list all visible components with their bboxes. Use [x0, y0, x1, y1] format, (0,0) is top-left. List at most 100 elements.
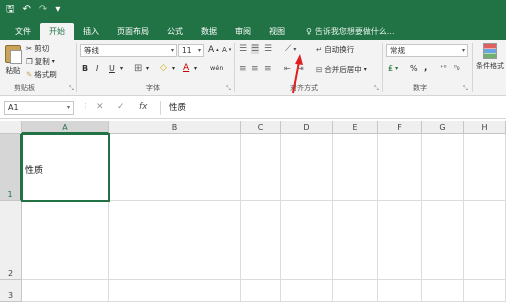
column-header-d[interactable]: D [281, 121, 333, 134]
cell-b3[interactable] [109, 280, 241, 302]
column-header-a[interactable]: A [22, 121, 109, 134]
align-middle-icon[interactable]: ☰ [251, 44, 260, 54]
cell-e2[interactable] [333, 201, 378, 280]
column-header-b[interactable]: B [109, 121, 241, 134]
cell-b2[interactable] [109, 201, 241, 280]
orientation-icon[interactable]: ⟋ ▾ [285, 44, 296, 54]
cell-f2[interactable] [378, 201, 422, 280]
chevron-down-icon: ▾ [51, 58, 55, 65]
increase-decimal-icon[interactable]: ⁺⁰ [440, 64, 447, 72]
font-color-icon[interactable]: A [183, 63, 189, 73]
shrink-font-icon: A [222, 46, 227, 54]
column-header-f[interactable]: F [378, 121, 422, 134]
font-launcher-icon[interactable]: ⤡ [226, 85, 231, 93]
cell-d2[interactable] [281, 201, 333, 280]
decrease-decimal-icon[interactable]: ⁰₀ [454, 64, 460, 72]
tell-me-search[interactable]: ♀ 告诉我您想要做什么... [294, 23, 395, 40]
cell-g3[interactable] [422, 280, 464, 302]
cell-a2[interactable] [22, 201, 109, 280]
percent-icon[interactable]: % [410, 64, 418, 73]
cell-e3[interactable] [333, 280, 378, 302]
align-left-icon[interactable]: ≡ [239, 64, 247, 74]
format-painter-button[interactable]: ✎ 格式刷 [26, 69, 57, 80]
cell-c1[interactable] [241, 134, 281, 201]
redo-icon[interactable]: ↷ [39, 0, 47, 20]
clipboard-launcher-icon[interactable]: ⤡ [69, 85, 74, 93]
number-format-value: 常规 [390, 46, 405, 55]
font-name-select[interactable]: 等线 ▾ [80, 44, 177, 57]
select-all-button[interactable] [0, 121, 22, 134]
column-header-c[interactable]: C [241, 121, 281, 134]
column-header-g[interactable]: G [422, 121, 464, 134]
column-header-e[interactable]: E [333, 121, 378, 134]
tab-view[interactable]: 视图 [260, 23, 294, 40]
cell-h3[interactable] [464, 280, 506, 302]
row-header-3[interactable]: 3 [0, 280, 22, 302]
save-icon[interactable]: 🖫 [6, 0, 15, 20]
chevron-down-icon[interactable]: ▾ [194, 65, 197, 72]
currency-icon[interactable]: ₤ ▾ [388, 64, 398, 73]
align-right-icon[interactable]: ≡ [264, 64, 272, 74]
alignment-launcher-icon[interactable]: ⤡ [374, 85, 379, 93]
row-header-2[interactable]: 2 [0, 201, 22, 280]
row-header-1[interactable]: 1 [0, 134, 22, 201]
tab-formulas[interactable]: 公式 [158, 23, 192, 40]
decrease-indent-icon[interactable]: ⇤ [284, 64, 291, 73]
wrap-text-button[interactable]: ↵ 自动换行 [316, 44, 354, 55]
cut-button[interactable]: ✂ 剪切 [26, 43, 49, 54]
merge-center-button[interactable]: ⊟ 合并后居中 ▾ [316, 64, 367, 75]
column-header-h[interactable]: H [464, 121, 506, 134]
undo-icon[interactable]: ↶ [23, 0, 31, 20]
cell-a3[interactable] [22, 280, 109, 302]
cell-d1[interactable] [281, 134, 333, 201]
cancel-icon[interactable]: ✕ [96, 102, 104, 112]
enter-icon[interactable]: ✓ [117, 102, 125, 112]
number-format-select[interactable]: 常规 ▾ [386, 44, 468, 57]
cell-c2[interactable] [241, 201, 281, 280]
cell-h1[interactable] [464, 134, 506, 201]
increase-indent-icon[interactable]: ⇥ [297, 64, 304, 73]
name-box[interactable]: A1 ▾ [4, 101, 74, 115]
tab-file[interactable]: 文件 [6, 23, 40, 40]
italic-button[interactable]: I [96, 64, 98, 73]
border-icon[interactable]: ⊞ [134, 63, 142, 74]
cell-c3[interactable] [241, 280, 281, 302]
cell-g2[interactable] [422, 201, 464, 280]
chevron-down-icon[interactable]: ▾ [172, 65, 175, 72]
chevron-down-icon[interactable]: ▾ [146, 65, 149, 72]
cell-f3[interactable] [378, 280, 422, 302]
cell-g1[interactable] [422, 134, 464, 201]
formula-input[interactable]: 性质 [160, 101, 502, 115]
chevron-down-icon[interactable]: ▾ [120, 65, 123, 72]
phonetic-guide-icon[interactable]: wén [210, 64, 223, 72]
shrink-font-button[interactable]: A ▾ [222, 46, 231, 54]
font-group-label: 字体 [146, 84, 160, 92]
chevron-down-icon: ▾ [66, 104, 70, 111]
fill-color-icon[interactable]: ◇ [160, 63, 167, 73]
align-bottom-icon[interactable]: ☰ [264, 44, 272, 54]
insert-function-icon[interactable]: fx [139, 102, 148, 112]
conditional-formatting-button[interactable]: 条件格式 [476, 43, 504, 71]
align-center-icon[interactable]: ≡ [251, 64, 259, 74]
divider [382, 43, 383, 92]
align-top-icon[interactable]: ☰ [239, 44, 247, 54]
copy-button[interactable]: ❐ 复制 ▾ [26, 56, 55, 67]
tab-review[interactable]: 审阅 [226, 23, 260, 40]
tab-data[interactable]: 数据 [192, 23, 226, 40]
number-launcher-icon[interactable]: ⤡ [463, 85, 468, 93]
cell-h2[interactable] [464, 201, 506, 280]
grow-font-button[interactable]: A ▴ [208, 45, 219, 55]
cell-d3[interactable] [281, 280, 333, 302]
cell-b1[interactable] [109, 134, 241, 201]
paste-button[interactable]: 粘贴 [5, 45, 22, 76]
tab-home[interactable]: 开始 [40, 23, 74, 40]
comma-style-icon[interactable]: , [424, 63, 427, 73]
bold-button[interactable]: B [82, 64, 88, 73]
tab-page-layout[interactable]: 页面布局 [108, 23, 158, 40]
tab-insert[interactable]: 插入 [74, 23, 108, 40]
underline-button[interactable]: U [109, 64, 115, 73]
customize-quick-access-icon[interactable]: ▾ [55, 0, 60, 20]
cell-e1[interactable] [333, 134, 378, 201]
cell-f1[interactable] [378, 134, 422, 201]
font-size-select[interactable]: 11 ▾ [178, 44, 204, 57]
